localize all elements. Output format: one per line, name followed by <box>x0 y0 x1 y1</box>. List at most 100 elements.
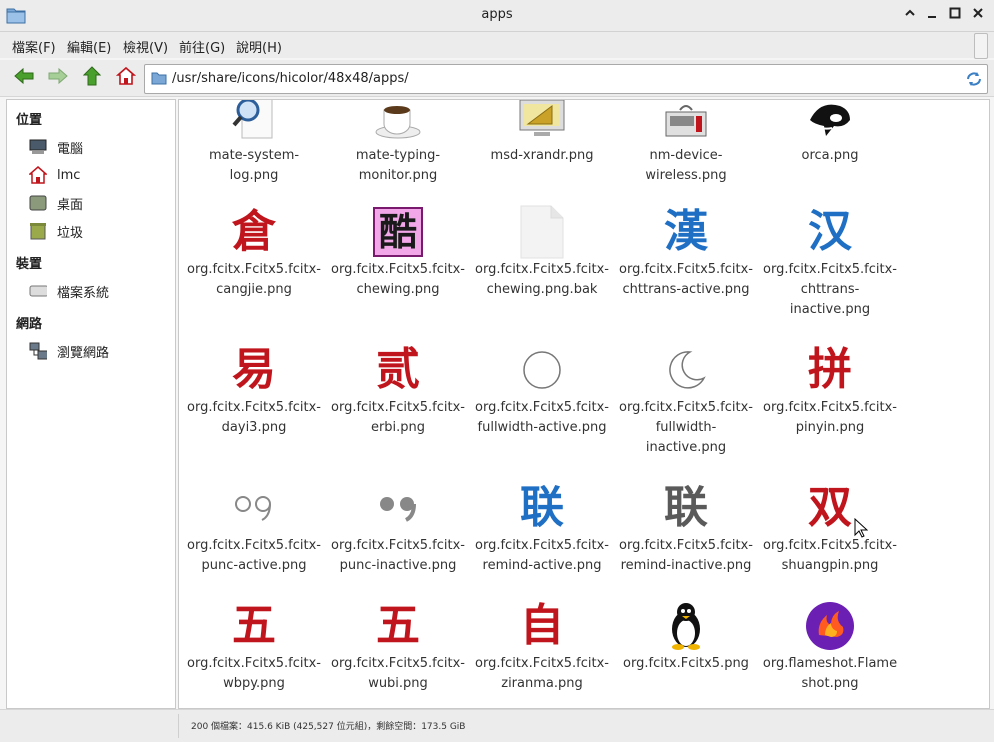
chewing-icon: 酷 <box>368 204 428 260</box>
file-item[interactable]: mate-typing-monitor.png <box>328 100 468 186</box>
chevron-up-icon <box>904 7 916 23</box>
sidebar-header-devices: 裝置 <box>16 257 43 272</box>
quote-outline-icon <box>224 480 284 536</box>
location-path[interactable]: /usr/share/icons/hicolor/48x48/apps/ <box>172 71 409 86</box>
file-item[interactable]: msd-xrandr.png <box>472 100 612 166</box>
file-name: msd-xrandr.png <box>490 148 594 163</box>
file-name: org.fcitx.Fcitx5.fcitx-chttrans-inactive… <box>763 262 897 317</box>
file-item[interactable]: 五 org.fcitx.Fcitx5.fcitx-wubi.png <box>328 598 468 694</box>
sidebar-item-home[interactable]: lmc <box>29 165 80 185</box>
file-item[interactable]: 倉 org.fcitx.Fcitx5.fcitx-cangjie.png <box>184 204 324 300</box>
chttrans-inactive-icon: 汉 <box>808 206 852 257</box>
file-item[interactable]: 汉 org.fcitx.Fcitx5.fcitx-chttrans-inacti… <box>760 204 900 320</box>
file-item[interactable]: org.fcitx.Fcitx5.fcitx-chewing.png.bak <box>472 204 612 300</box>
file-name: org.fcitx.Fcitx5.fcitx-shuangpin.png <box>763 538 897 573</box>
sidebar-item-label: lmc <box>57 167 81 183</box>
minimize-button[interactable] <box>922 5 942 25</box>
title-bar: apps <box>0 0 994 32</box>
arrow-left-icon <box>14 67 34 89</box>
arrow-right-icon <box>48 67 68 89</box>
arrow-up-icon <box>82 66 102 90</box>
sidebar-item-browse-network[interactable]: 瀏覽網路 <box>29 341 109 361</box>
file-item[interactable]: 自 org.fcitx.Fcitx5.fcitx-ziranma.png <box>472 598 612 694</box>
erbi-icon: 贰 <box>376 344 420 395</box>
file-name: org.fcitx.Fcitx5.fcitx-dayi3.png <box>187 400 321 435</box>
file-item[interactable]: org.fcitx.Fcitx5.fcitx-fullwidth-active.… <box>472 342 612 438</box>
desktop-icon <box>29 194 47 212</box>
shuangpin-icon: 双 <box>808 482 852 533</box>
back-button[interactable] <box>11 65 37 91</box>
file-item[interactable]: 联 org.fcitx.Fcitx5.fcitx-remind-inactive… <box>616 480 756 576</box>
close-icon <box>972 7 984 23</box>
file-item[interactable]: 拼 org.fcitx.Fcitx5.fcitx-pinyin.png <box>760 342 900 438</box>
file-item[interactable]: 双 org.fcitx.Fcitx5.fcitx-shuangpin.png <box>760 480 900 576</box>
maximize-button[interactable] <box>945 5 965 25</box>
location-bar[interactable]: /usr/share/icons/hicolor/48x48/apps/ <box>144 64 988 94</box>
circle-icon <box>512 342 572 398</box>
file-item[interactable]: org.fcitx.Fcitx5.fcitx-fullwidth-inactiv… <box>616 342 756 458</box>
cangjie-icon: 倉 <box>232 206 276 257</box>
refresh-icon[interactable] <box>965 70 983 92</box>
file-item[interactable]: org.fcitx.Fcitx5.fcitx-punc-inactive.png <box>328 480 468 576</box>
forward-button[interactable] <box>45 65 71 91</box>
file-item[interactable]: org.fcitx.Fcitx5.png <box>616 598 756 674</box>
file-item[interactable]: 联 org.fcitx.Fcitx5.fcitx-remind-active.p… <box>472 480 612 576</box>
file-item[interactable]: org.flameshot.Flameshot.png <box>760 598 900 694</box>
file-name: org.fcitx.Fcitx5.fcitx-fullwidth-active.… <box>475 400 609 435</box>
mouse-cursor-icon <box>854 517 869 542</box>
menu-file[interactable]: 檔案(F) <box>12 37 56 56</box>
wireless-device-icon <box>656 100 716 146</box>
menu-edit[interactable]: 編輯(E) <box>67 37 111 56</box>
file-name: mate-typing-monitor.png <box>355 148 441 183</box>
file-name: org.fcitx.Fcitx5.fcitx-chewing.png <box>331 262 465 297</box>
file-name: org.fcitx.Fcitx5.fcitx-wubi.png <box>331 656 465 691</box>
sidebar-item-computer[interactable]: 電腦 <box>29 137 83 157</box>
sidebar-item-desktop[interactable]: 桌面 <box>29 193 83 213</box>
file-name: org.fcitx.Fcitx5.fcitx-chewing.png.bak <box>475 262 609 297</box>
file-item[interactable]: 易 org.fcitx.Fcitx5.fcitx-dayi3.png <box>184 342 324 438</box>
up-button[interactable] <box>79 65 105 91</box>
drive-icon <box>29 282 47 300</box>
status-text: 200 個檔案：415.6 KiB (425,527 位元組)，剩餘空間：173… <box>191 722 466 732</box>
status-bar: 200 個檔案：415.6 KiB (425,527 位元組)，剩餘空間：173… <box>0 709 994 742</box>
menu-bar: 檔案(F) 編輯(E) 檢視(V) 前往(G) 說明(H) <box>0 32 994 59</box>
sidebar-item-filesystem[interactable]: 檔案系統 <box>29 281 109 301</box>
file-name: org.flameshot.Flameshot.png <box>762 656 898 691</box>
sidebar-header-network: 網路 <box>16 317 43 332</box>
file-name: org.fcitx.Fcitx5.fcitx-remind-inactive.p… <box>619 538 753 573</box>
folder-icon <box>151 71 167 89</box>
file-grid: mate-system-log.png mate-typing-monitor.… <box>178 99 990 709</box>
file-item[interactable]: 五 org.fcitx.Fcitx5.fcitx-wbpy.png <box>184 598 324 694</box>
trash-icon <box>29 222 47 240</box>
magnifier-log-icon <box>224 100 284 146</box>
sidebar-item-trash[interactable]: 垃圾 <box>29 221 83 241</box>
home-button[interactable] <box>113 65 139 91</box>
chttrans-active-icon: 漢 <box>664 206 708 257</box>
file-item[interactable]: org.fcitx.Fcitx5.fcitx-punc-active.png <box>184 480 324 576</box>
display-settings-icon <box>512 100 572 146</box>
menu-help[interactable]: 說明(H) <box>236 37 282 56</box>
file-item[interactable]: nm-device-wireless.png <box>616 100 756 186</box>
quote-filled-icon <box>368 480 428 536</box>
maximize-up-button[interactable] <box>900 5 920 25</box>
file-item[interactable]: 漢 org.fcitx.Fcitx5.fcitx-chttrans-active… <box>616 204 756 300</box>
menubar-handle[interactable] <box>974 33 988 59</box>
file-item[interactable]: 贰 org.fcitx.Fcitx5.fcitx-erbi.png <box>328 342 468 438</box>
menu-view[interactable]: 檢視(V) <box>123 37 168 56</box>
file-item[interactable]: mate-system-log.png <box>184 100 324 186</box>
sidebar-item-label: 桌面 <box>57 197 84 213</box>
orca-whale-icon <box>800 100 860 146</box>
remind-inactive-icon: 联 <box>664 482 708 533</box>
close-button[interactable] <box>968 5 988 25</box>
blank-file-icon <box>512 204 572 260</box>
sidebar-item-label: 垃圾 <box>57 225 84 241</box>
file-name: org.fcitx.Fcitx5.fcitx-remind-active.png <box>475 538 609 573</box>
wbpy-icon: 五 <box>232 600 276 651</box>
file-item[interactable]: 酷 org.fcitx.Fcitx5.fcitx-chewing.png <box>328 204 468 300</box>
window-title: apps <box>481 7 513 22</box>
moon-icon <box>656 342 716 398</box>
toolbar: /usr/share/icons/hicolor/48x48/apps/ <box>0 60 994 97</box>
remind-active-icon: 联 <box>520 482 564 533</box>
file-item[interactable]: orca.png <box>760 100 900 166</box>
menu-go[interactable]: 前往(G) <box>179 37 225 56</box>
